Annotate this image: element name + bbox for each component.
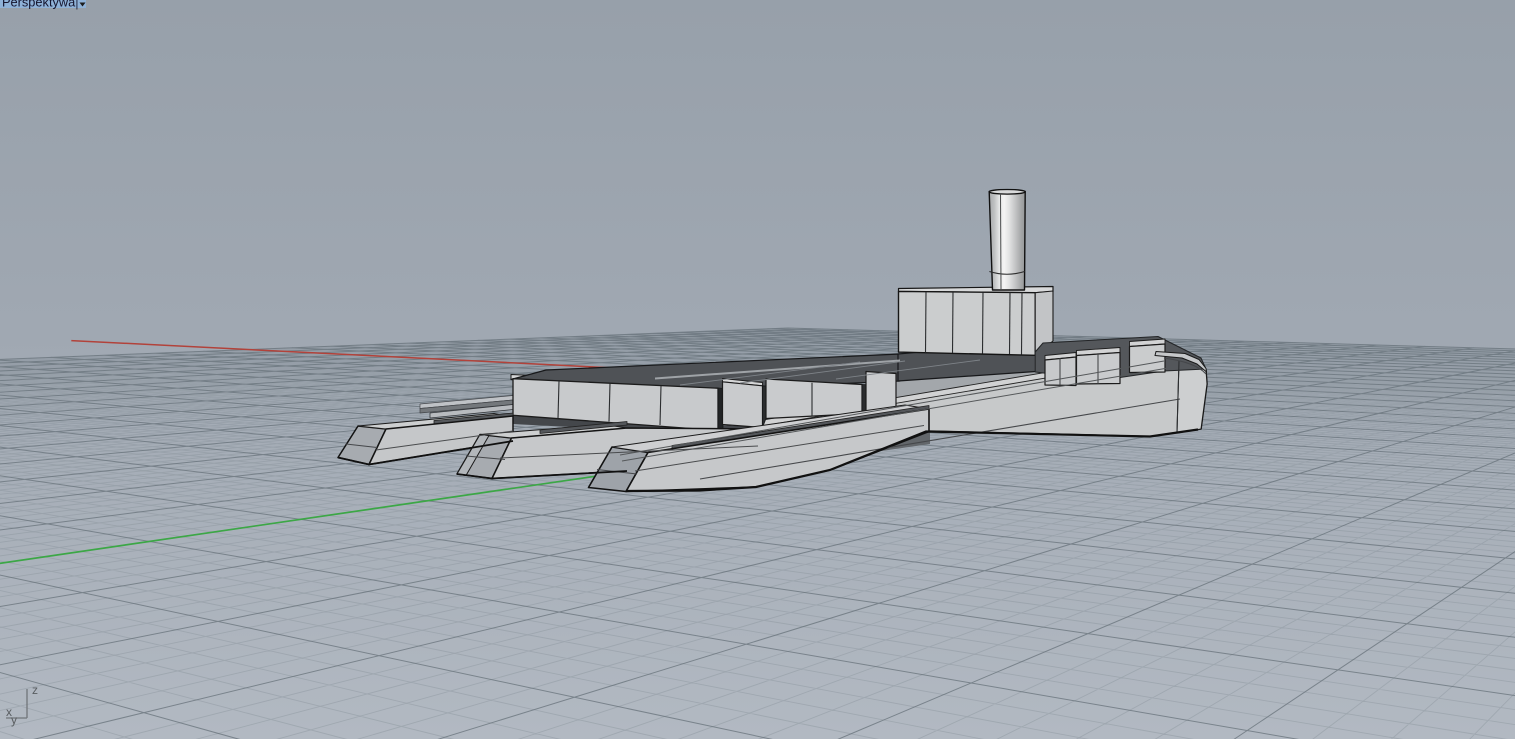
svg-text:y: y xyxy=(11,713,17,727)
svg-text:|: | xyxy=(76,0,79,10)
svg-text:z: z xyxy=(32,683,38,697)
svg-text:Perspektywa: Perspektywa xyxy=(2,0,76,10)
